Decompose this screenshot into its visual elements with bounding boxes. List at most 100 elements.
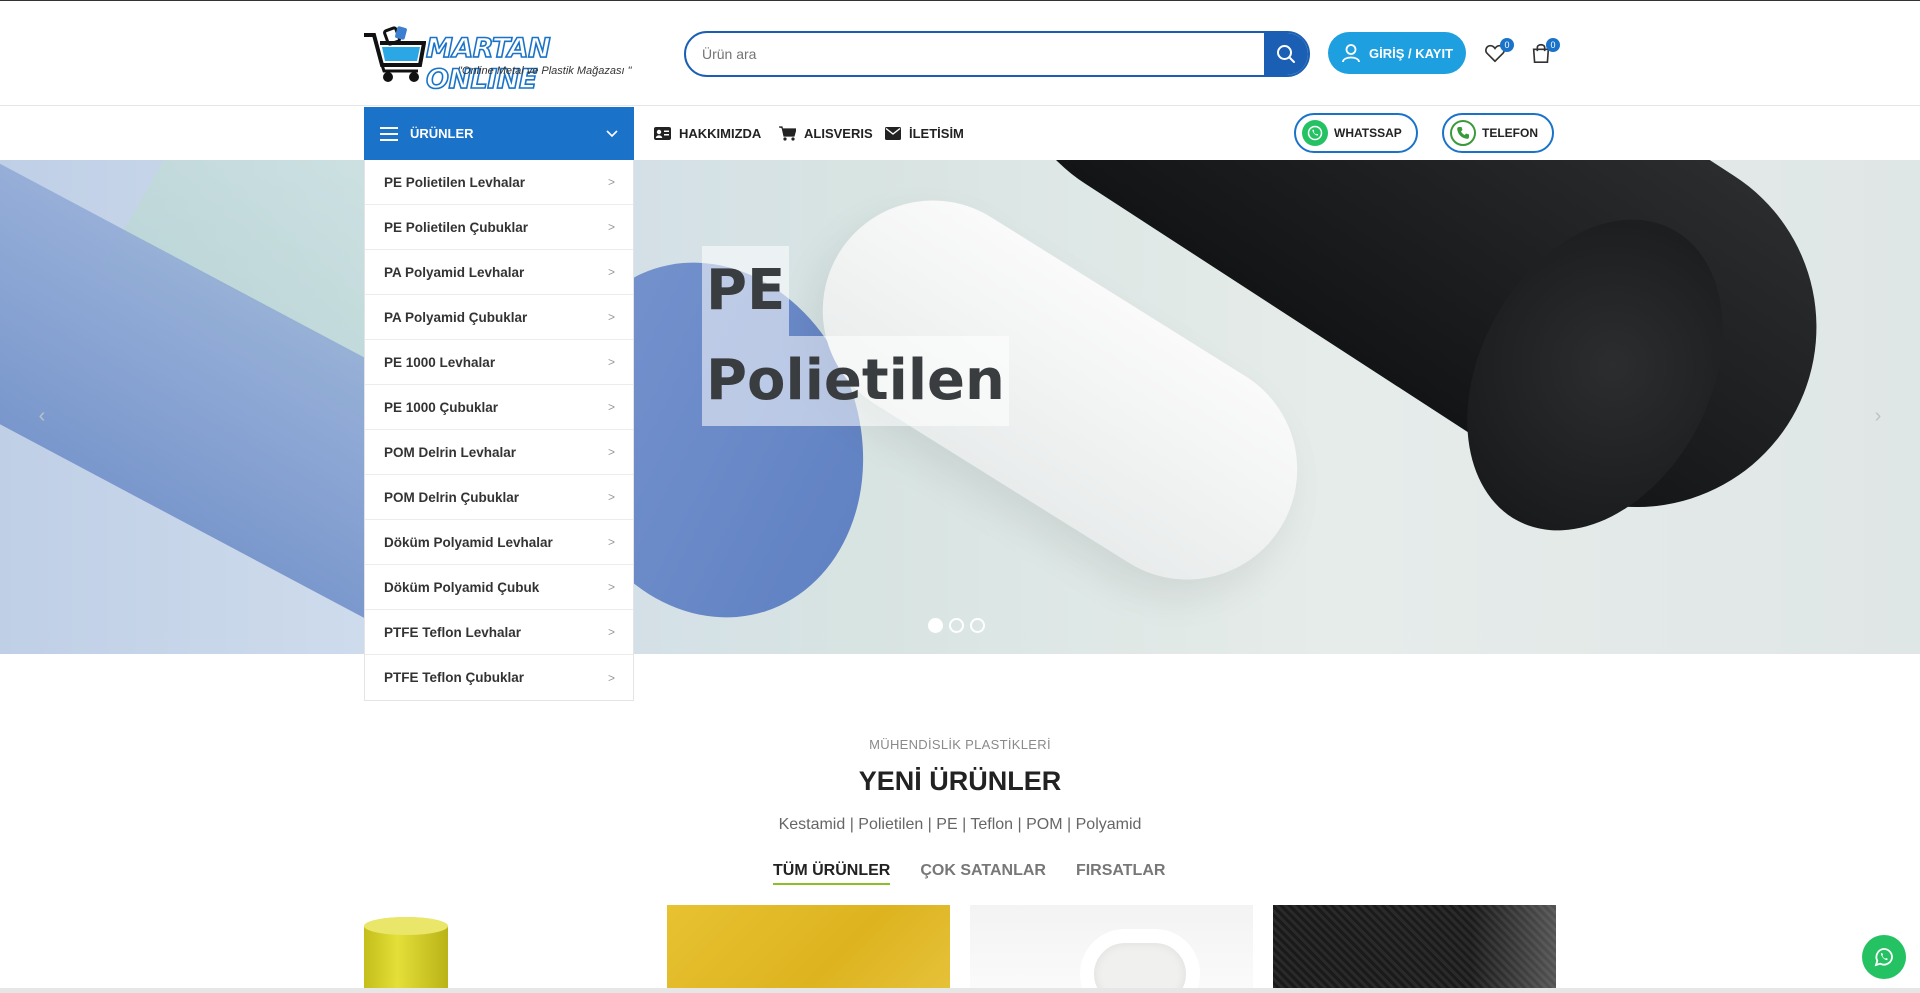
tab-all-products[interactable]: TÜM ÜRÜNLER [773,862,891,885]
nav-link-label: İLETİSİM [909,126,964,141]
category-item[interactable]: PTFE Teflon Çubuklar > [365,655,633,700]
login-label: GİRİŞ / KAYIT [1368,45,1454,61]
category-item[interactable]: POM Delrin Çubuklar > [365,475,633,520]
product-card-image[interactable] [667,905,950,993]
category-item-label: PE Polietilen Levhalar [384,174,526,190]
category-item[interactable]: PTFE Teflon Levhalar > [365,610,633,655]
search-button[interactable] [1264,33,1308,75]
cart-icon [779,126,796,141]
categories-toggle-button[interactable]: ÜRÜNLER [364,107,634,160]
category-item[interactable]: Döküm Polyamid Levhalar > [365,520,633,565]
category-item-label: PE 1000 Levhalar [384,354,496,370]
hero-title-line-1: PE [702,246,790,336]
category-item-label: PE Polietilen Çubuklar [384,219,529,235]
product-card-image[interactable] [364,905,647,993]
chevron-right-icon: > [607,220,615,234]
search-input[interactable] [686,33,1264,75]
phone-label: TELEFON [1482,126,1538,140]
nav-link-label: ALISVERIS [804,126,873,141]
section-description: Kestamid | Polietilen | PE | Teflon | PO… [778,816,1142,833]
tab-best-sellers[interactable]: ÇOK SATANLAR [920,862,1046,885]
category-item[interactable]: PE Polietilen Levhalar > [365,160,633,205]
cart-button[interactable]: 0 [1530,38,1560,66]
site-logo[interactable]: MARTAN ONLINE "Online Metal ve Plastik M… [362,25,664,96]
hero-title: PE Polietilen [702,246,1009,426]
chevron-right-icon: > [607,310,615,324]
chevron-right-icon: > [607,265,615,279]
logo-name: MARTAN ONLINE [425,32,551,96]
slider-next-button[interactable]: › [1858,396,1898,436]
section-subtitle: MÜHENDİSLİK PLASTİKLERİ [869,737,1051,752]
whatsapp-button[interactable]: WHATSSAP [1294,113,1418,153]
chevron-right-icon: > [607,580,615,594]
wishlist-button[interactable]: 0 [1484,38,1514,66]
slider-dot[interactable] [928,618,943,633]
bottom-bar [0,988,1920,993]
chevron-right-icon: > [607,490,615,504]
category-item-label: Döküm Polyamid Çubuk [384,579,540,595]
category-item[interactable]: POM Delrin Levhalar > [365,430,633,475]
chevron-right-icon: > [607,400,615,414]
nav-link-contact[interactable]: İLETİSİM [885,107,964,160]
hamburger-icon [380,126,398,141]
chevron-right-icon: > [607,175,615,189]
slider-dot[interactable] [970,618,985,633]
whatsapp-icon [1302,120,1328,146]
chevron-right-icon: > [607,355,615,369]
nav-link-label: HAKKIMIZDA [679,126,762,141]
cart-count-badge: 0 [1546,38,1560,52]
chevron-right-icon: > [607,535,615,549]
nav-link-shopping[interactable]: ALISVERIS [779,107,873,160]
user-icon [1342,44,1360,63]
slider-prev-button[interactable]: ‹ [22,396,62,436]
category-dropdown-menu: PE Polietilen Levhalar > PE Polietilen Çu… [364,160,634,701]
section-title: YENİ ÜRÜNLER [858,766,1062,796]
product-image [364,917,448,993]
category-item[interactable]: PE Polietilen Çubuklar > [365,205,633,250]
login-register-button[interactable]: GİRİŞ / KAYIT [1328,32,1466,74]
phone-icon [1450,120,1476,146]
logo-tagline: "Online Metal ve Plastik Mağazası " [458,65,632,77]
slider-dots [928,618,985,633]
hero-title-line-2: Polietilen [702,336,1009,426]
chevron-right-icon: > [607,625,615,639]
nav-link-about[interactable]: HAKKIMIZDA [654,107,761,160]
tab-deals[interactable]: FIRSATLAR [1076,862,1165,885]
search-icon [1277,45,1295,63]
chevron-right-icon: › [1874,404,1882,427]
search-bar [684,31,1310,77]
cart-logo-icon [364,26,426,82]
chevron-down-icon [606,129,618,137]
category-item[interactable]: PA Polyamid Levhalar > [365,250,633,295]
category-item-label: PA Polyamid Çubuklar [384,309,528,325]
wishlist-count-badge: 0 [1500,38,1514,52]
site-header: MARTAN ONLINE "Online Metal ve Plastik M… [0,1,1920,106]
product-tabs: TÜM ÜRÜNLER ÇOK SATANLAR FIRSATLAR [773,862,1165,885]
hero-slider: PE Polietilen ‹ › [0,160,1920,654]
phone-button[interactable]: TELEFON [1442,113,1554,153]
slider-dot[interactable] [949,618,964,633]
category-item-label: Döküm Polyamid Levhalar [384,534,553,550]
categories-label: ÜRÜNLER [410,126,474,141]
product-image [1080,929,1200,993]
product-card-image[interactable] [970,905,1253,993]
category-item[interactable]: PA Polyamid Çubuklar > [365,295,633,340]
id-card-icon [654,127,671,140]
category-item[interactable]: PE 1000 Çubuklar > [365,385,633,430]
category-item-label: POM Delrin Levhalar [384,444,517,460]
category-item-label: PE 1000 Çubuklar [384,399,499,415]
chevron-right-icon: > [607,445,615,459]
envelope-icon [885,127,901,140]
whatsapp-label: WHATSSAP [1334,126,1402,140]
main-navigation: ÜRÜNLER HAKKIMIZDA ALISVERIS İLETİSİM WH… [0,107,1920,160]
category-item[interactable]: Döküm Polyamid Çubuk > [365,565,633,610]
category-item[interactable]: PE 1000 Levhalar > [365,340,633,385]
category-item-label: PTFE Teflon Çubuklar [384,670,525,685]
whatsapp-floating-button[interactable] [1862,935,1906,979]
category-item-label: PTFE Teflon Levhalar [384,624,522,640]
chevron-right-icon: > [607,670,615,685]
product-card-image[interactable] [1273,905,1556,993]
category-item-label: POM Delrin Çubuklar [384,489,520,505]
chevron-left-icon: ‹ [38,404,46,427]
category-item-label: PA Polyamid Levhalar [384,264,525,280]
